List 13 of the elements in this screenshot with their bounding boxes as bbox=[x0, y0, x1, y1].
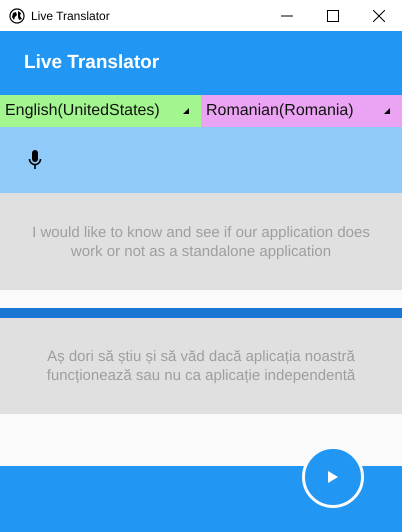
app-title: Live Translator bbox=[24, 52, 160, 74]
source-text: I would like to know and see if our application does work or not as a standalone application bbox=[31, 222, 371, 260]
globe-icon bbox=[9, 8, 25, 24]
close-icon[interactable] bbox=[373, 10, 385, 22]
caret-icon bbox=[183, 108, 189, 114]
maximize-icon[interactable] bbox=[327, 10, 339, 22]
microphone-icon[interactable] bbox=[28, 150, 42, 170]
caret-icon bbox=[384, 108, 390, 114]
language-dropdown[interactable]: Romanian(Romania) bbox=[201, 95, 402, 127]
translated-text: Aș dori să știu și să văd dacă aplicația noastră funcționează sau nu ca aplicație independentă bbox=[46, 347, 356, 385]
play-icon bbox=[328, 471, 338, 483]
language-dropdown[interactable]: English(UnitedStates) bbox=[0, 95, 201, 127]
window-title: Live Translator bbox=[31, 8, 110, 22]
